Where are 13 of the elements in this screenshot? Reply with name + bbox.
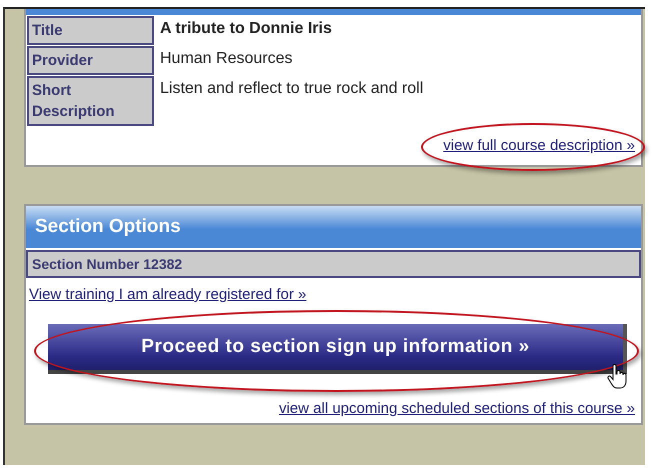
field-label: Provider [27,46,154,75]
scheduled-sections-link[interactable]: view all upcoming scheduled sections of this course » [278,400,635,417]
field-value: Human Resources [159,49,294,69]
registered-training-link[interactable]: View training I am already registered for » [29,286,306,303]
section-number: Section Number 12382 [26,250,641,278]
proceed-button[interactable]: Proceed to section sign up information » [48,324,627,374]
field-value: A tribute to Donnie Iris [159,19,333,39]
field-value: Listen and reflect to true rock and roll [159,79,424,99]
field-label: Title [27,16,154,45]
field-label: Short Description [27,76,154,126]
section-header: Section Options [26,206,641,248]
hand-cursor-icon [607,364,627,390]
course-description-link[interactable]: view full course description » [443,137,635,154]
